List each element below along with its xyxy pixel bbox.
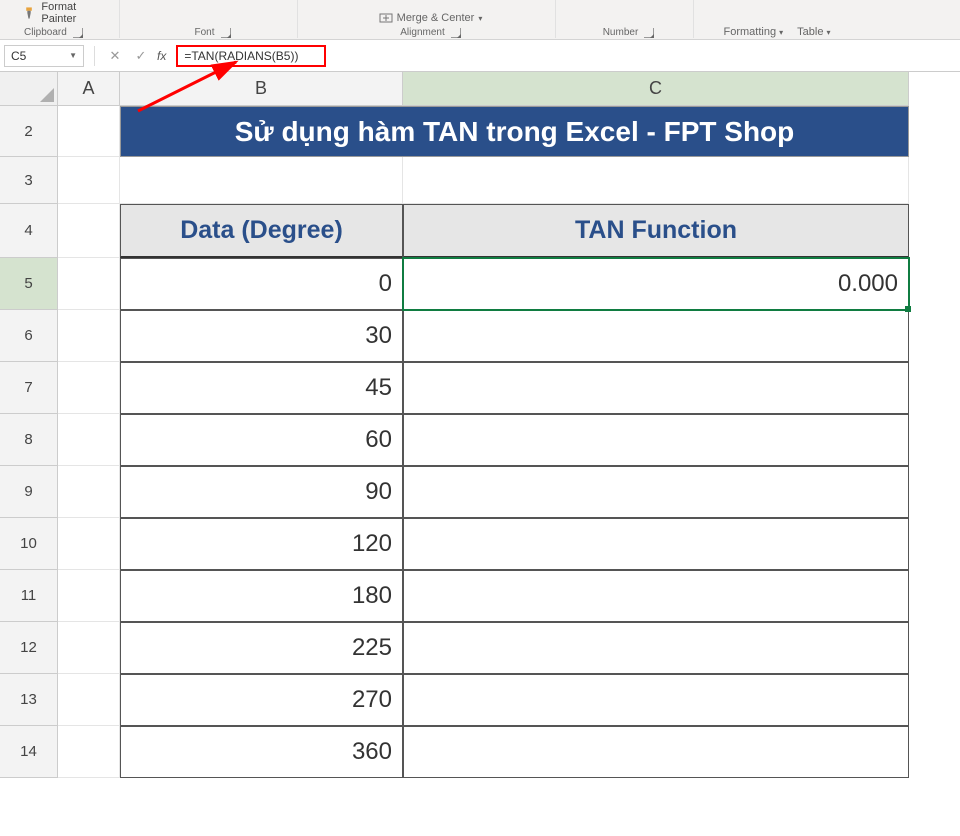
cell-c14[interactable] (403, 726, 909, 778)
divider (94, 46, 95, 66)
cell-c11[interactable] (403, 570, 909, 622)
formula-bar: C5 ▼ ✕ ✓ fx =TAN(RADIANS(B5)) (0, 40, 960, 72)
clipboard-group-label: Clipboard (24, 27, 67, 38)
alignment-group-label: Alignment (400, 27, 444, 38)
format-painter-button[interactable]: Format Painter (24, 1, 111, 25)
cell[interactable] (58, 726, 120, 778)
format-as-table-button[interactable]: Table ▾ (797, 26, 830, 38)
cell-c7[interactable] (403, 362, 909, 414)
cell-b7[interactable]: 45 (120, 362, 403, 414)
cell[interactable] (58, 258, 120, 310)
cell[interactable] (58, 674, 120, 726)
name-box-value: C5 (11, 49, 26, 63)
enter-formula-button[interactable]: ✓ (131, 46, 151, 66)
conditional-formatting-button[interactable]: Formatting ▾ (723, 26, 783, 38)
chevron-down-icon[interactable]: ▼ (69, 51, 77, 60)
dialog-launcher-icon[interactable] (221, 28, 231, 38)
cell-c6[interactable] (403, 310, 909, 362)
cancel-formula-button[interactable]: ✕ (105, 46, 125, 66)
formula-text: =TAN(RADIANS(B5)) (184, 49, 298, 63)
table-header-c[interactable]: TAN Function (403, 204, 909, 258)
name-box[interactable]: C5 ▼ (4, 45, 84, 67)
merge-icon (379, 11, 393, 25)
row-header[interactable]: 6 (0, 310, 58, 362)
dialog-launcher-icon[interactable] (73, 28, 83, 38)
number-group-label: Number (603, 27, 639, 38)
table-header-b[interactable]: Data (Degree) (120, 204, 403, 258)
cell-c12[interactable] (403, 622, 909, 674)
cell[interactable] (120, 157, 403, 204)
formula-input[interactable]: =TAN(RADIANS(B5)) (176, 45, 326, 67)
cell-c13[interactable] (403, 674, 909, 726)
row-header[interactable]: 9 (0, 466, 58, 518)
row-header[interactable]: 4 (0, 204, 58, 258)
cell[interactable] (58, 310, 120, 362)
font-group-label: Font (194, 27, 214, 38)
row-header[interactable]: 8 (0, 414, 58, 466)
cell-b8[interactable]: 60 (120, 414, 403, 466)
row-header[interactable]: 3 (0, 157, 58, 204)
column-header-a[interactable]: A (58, 72, 120, 106)
row-header[interactable]: 11 (0, 570, 58, 622)
cell[interactable] (58, 157, 120, 204)
format-painter-label: Format Painter (41, 1, 111, 25)
cell[interactable] (58, 466, 120, 518)
cell-b5[interactable]: 0 (120, 258, 403, 310)
column-header-b[interactable]: B (120, 72, 403, 106)
cell-b10[interactable]: 120 (120, 518, 403, 570)
cell-b11[interactable]: 180 (120, 570, 403, 622)
cell-b6[interactable]: 30 (120, 310, 403, 362)
page-title: Sử dụng hàm TAN trong Excel - FPT Shop (235, 116, 795, 148)
cell[interactable] (58, 622, 120, 674)
cell-c9[interactable] (403, 466, 909, 518)
cell[interactable] (58, 204, 120, 258)
row-header[interactable]: 13 (0, 674, 58, 726)
cell[interactable] (58, 570, 120, 622)
cell[interactable] (58, 414, 120, 466)
brush-icon (24, 6, 37, 20)
cell[interactable] (58, 518, 120, 570)
cell-c8[interactable] (403, 414, 909, 466)
cell-c5[interactable]: 0.000 (403, 258, 909, 310)
cell-b12[interactable]: 225 (120, 622, 403, 674)
select-all-corner[interactable] (0, 72, 58, 106)
title-banner: Sử dụng hàm TAN trong Excel - FPT Shop (120, 106, 909, 157)
cell[interactable] (58, 106, 120, 157)
cell[interactable] (58, 362, 120, 414)
ribbon: Format Painter Clipboard Font Merge & Ce… (0, 0, 960, 40)
row-header[interactable]: 2 (0, 106, 58, 157)
cell-c10[interactable] (403, 518, 909, 570)
merge-center-button[interactable]: Merge & Center (397, 12, 475, 24)
column-header-c[interactable]: C (403, 72, 909, 106)
dialog-launcher-icon[interactable] (644, 28, 654, 38)
row-header[interactable]: 12 (0, 622, 58, 674)
dialog-launcher-icon[interactable] (451, 28, 461, 38)
cell[interactable] (403, 157, 909, 204)
cell-b9[interactable]: 90 (120, 466, 403, 518)
fx-icon[interactable]: fx (157, 49, 166, 63)
row-header[interactable]: 14 (0, 726, 58, 778)
row-header[interactable]: 7 (0, 362, 58, 414)
row-header[interactable]: 10 (0, 518, 58, 570)
chevron-down-icon[interactable]: ▾ (478, 14, 482, 23)
worksheet[interactable]: A B C 2 Sử dụng hàm TAN trong Excel - FP… (0, 72, 960, 778)
cell-b13[interactable]: 270 (120, 674, 403, 726)
row-header[interactable]: 5 (0, 258, 58, 310)
cell-b14[interactable]: 360 (120, 726, 403, 778)
